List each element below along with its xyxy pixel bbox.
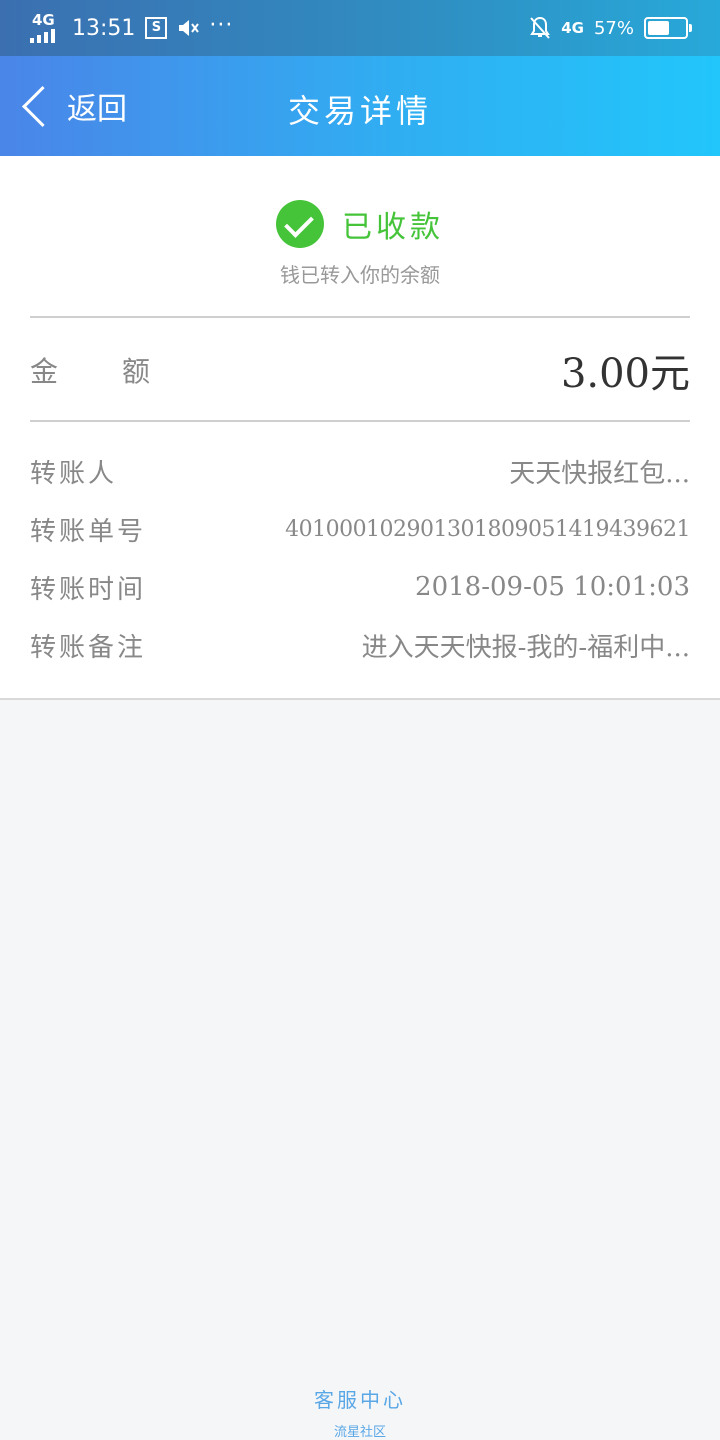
footer: 客服中心 流星社区 bbox=[0, 1384, 720, 1440]
network-type-right: 4G bbox=[561, 19, 584, 37]
page-title: 交易详情 bbox=[287, 92, 432, 130]
notifications-off-icon bbox=[530, 16, 551, 39]
detail-value: 进入天天快报-我的-福利中... bbox=[361, 632, 690, 663]
status-bar-left: 4G 13:51 S ··· bbox=[30, 11, 234, 44]
battery-icon bbox=[644, 17, 692, 39]
divider bbox=[30, 420, 690, 422]
status-bar: 4G 13:51 S ··· 4G 57% bbox=[0, 0, 720, 56]
watermark-text: 流星社区 bbox=[333, 1425, 386, 1440]
battery-fill bbox=[648, 21, 669, 35]
amount-value: 3.00元 bbox=[560, 351, 690, 397]
header: 4G 13:51 S ··· 4G 57% 返回 交易详情 bbox=[0, 0, 720, 156]
status-text: 已收款 bbox=[342, 210, 444, 245]
detail-value: 2018-09-05 10:01:03 bbox=[415, 572, 690, 602]
signal-icon: 4G bbox=[30, 11, 62, 43]
amount-label: 金额 bbox=[30, 355, 215, 388]
detail-row-sender: 转账人 天天快报红包... bbox=[30, 442, 690, 500]
customer-service-link[interactable]: 客服中心 bbox=[314, 1384, 406, 1413]
notification-app-icon: S bbox=[145, 17, 168, 39]
detail-label: 转账人 bbox=[30, 458, 118, 489]
payment-status: 已收款 bbox=[0, 200, 720, 248]
more-notifications-icon: ··· bbox=[209, 12, 234, 38]
status-time: 13:51 bbox=[72, 15, 136, 41]
details-list: 转账人 天天快报红包... 转账单号 401000102901301809051… bbox=[30, 442, 690, 674]
detail-label: 转账备注 bbox=[30, 632, 147, 663]
nav-bar: 返回 交易详情 bbox=[0, 56, 720, 156]
detail-row-note: 转账备注 进入天天快报-我的-福利中... bbox=[30, 616, 690, 674]
signal-bars bbox=[30, 29, 55, 43]
status-subtext: 钱已转入你的余额 bbox=[280, 263, 440, 287]
amount-row: 金额 3.00元 bbox=[30, 318, 690, 422]
detail-value: 天天快报红包... bbox=[509, 458, 690, 489]
battery-percent: 57% bbox=[593, 17, 634, 39]
detail-label: 转账时间 bbox=[30, 574, 147, 605]
detail-row-transfer-id: 转账单号 401000102901301809051419439621 bbox=[30, 500, 690, 558]
network-type: 4G bbox=[32, 11, 55, 29]
detail-value: 401000102901301809051419439621 bbox=[285, 516, 690, 542]
status-bar-right: 4G 57% bbox=[529, 12, 692, 44]
transaction-card: 已收款 钱已转入你的余额 金额 3.00元 转账人 天天快报红包... 转账单号… bbox=[0, 156, 720, 700]
detail-row-time: 转账时间 2018-09-05 10:01:03 bbox=[30, 558, 690, 616]
detail-label: 转账单号 bbox=[30, 516, 147, 547]
volume-muted-icon bbox=[179, 20, 200, 36]
check-circle-icon bbox=[276, 200, 324, 248]
